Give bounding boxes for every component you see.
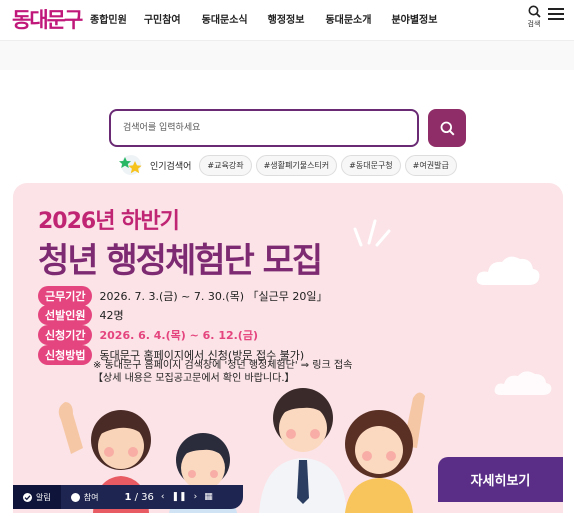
- popular-tag[interactable]: #교육강좌: [199, 154, 252, 176]
- nav-item-civil[interactable]: 종합민원: [90, 11, 127, 26]
- info-notes: ※ 동대문구 홈페이지 검색창에 '청년 행정체험단' ⇒ 링크 접속 【상세 …: [93, 359, 352, 385]
- info-row-apply-period: 신청기간 2026. 6. 4.(목) ~ 6. 12.(금): [38, 325, 258, 345]
- nav-item-about[interactable]: 동대문소개: [325, 11, 371, 26]
- header-band: [0, 40, 574, 70]
- info-note: 【상세 내용은 모집공고문에서 확인 바랍니다.】: [93, 373, 295, 384]
- nav-item-fields[interactable]: 분야별정보: [391, 11, 437, 26]
- banner-year: 2026년 하반기: [38, 209, 180, 234]
- info-value: 2026. 7. 3.(금) ~ 7. 30.(목) 「실근무 20일」: [99, 290, 328, 303]
- info-label: 근무기간: [38, 286, 93, 306]
- next-icon[interactable]: ›: [194, 492, 198, 502]
- hamburger-menu-icon[interactable]: [548, 8, 564, 22]
- popular-label: 인기검색어: [150, 161, 192, 172]
- main-nav: 종합민원 구민참여 동대문소식 행정정보 동대문소개 분야별정보: [80, 11, 437, 26]
- tab-notice[interactable]: 알림: [13, 485, 61, 509]
- header-search-button[interactable]: 검색: [524, 5, 544, 35]
- info-label: 신청기간: [38, 325, 93, 345]
- grid-icon[interactable]: ▦: [204, 492, 213, 502]
- stars-icon: [116, 154, 146, 176]
- info-value: 2026. 6. 4.(목) ~ 6. 12.(금): [99, 329, 258, 342]
- search-input[interactable]: [111, 111, 401, 145]
- nav-item-news[interactable]: 동대문소식: [202, 11, 248, 26]
- banner-title: 청년 행정체험단 모집: [38, 241, 323, 281]
- slide-current: 1: [124, 491, 132, 503]
- info-label: 신청방법: [38, 345, 93, 365]
- slide-counter: 1 / 36: [124, 492, 153, 503]
- slider-controls: 알림 참여 1 / 36 ‹ ❚❚ › ▦: [13, 485, 243, 509]
- sparkle-illustration: [353, 219, 391, 247]
- pause-icon[interactable]: ❚❚: [172, 492, 187, 502]
- nav-item-admin[interactable]: 행정정보: [268, 11, 305, 26]
- check-icon: [23, 492, 32, 502]
- info-label: 선발인원: [38, 305, 93, 325]
- nav-item-participation[interactable]: 구민참여: [144, 11, 181, 26]
- tab-participation[interactable]: 참여: [61, 485, 109, 509]
- info-row-count: 선발인원 42명: [38, 305, 124, 325]
- info-value: 42명: [99, 309, 124, 322]
- search-icon: [528, 5, 541, 18]
- site-logo[interactable]: 동대문구: [12, 4, 83, 34]
- tab-notice-label: 알림: [36, 492, 51, 502]
- search-icon: [440, 121, 455, 136]
- site-header: 동대문구 종합민원 구민참여 동대문소식 행정정보 동대문소개 분야별정보 검색: [0, 0, 574, 38]
- cloud-illustration: [494, 371, 552, 395]
- info-row-period: 근무기간 2026. 7. 3.(금) ~ 7. 30.(목) 「실근무 20일…: [38, 286, 328, 306]
- radio-icon: [70, 492, 80, 502]
- slide-total: / 36: [134, 491, 154, 503]
- search-submit-button[interactable]: [428, 109, 466, 147]
- tab-participation-label: 참여: [83, 492, 99, 502]
- info-note: ※ 동대문구 홈페이지 검색창에 '청년 행정체험단' ⇒ 링크 접속: [93, 360, 353, 371]
- prev-icon[interactable]: ‹: [161, 492, 165, 502]
- more-details-button[interactable]: 자세히보기: [438, 457, 563, 502]
- popular-tag[interactable]: #생활폐기물스티커: [255, 154, 338, 176]
- search-label: 검색: [527, 20, 541, 28]
- popular-tag[interactable]: #동대문구청: [341, 154, 401, 176]
- cloud-illustration: [476, 256, 540, 285]
- search-box: [109, 109, 419, 147]
- popular-keywords: 인기검색어 #교육강좌 #생활폐기물스티커 #동대문구청 #여권발급: [116, 154, 461, 176]
- popular-tag[interactable]: #여권발급: [404, 154, 457, 176]
